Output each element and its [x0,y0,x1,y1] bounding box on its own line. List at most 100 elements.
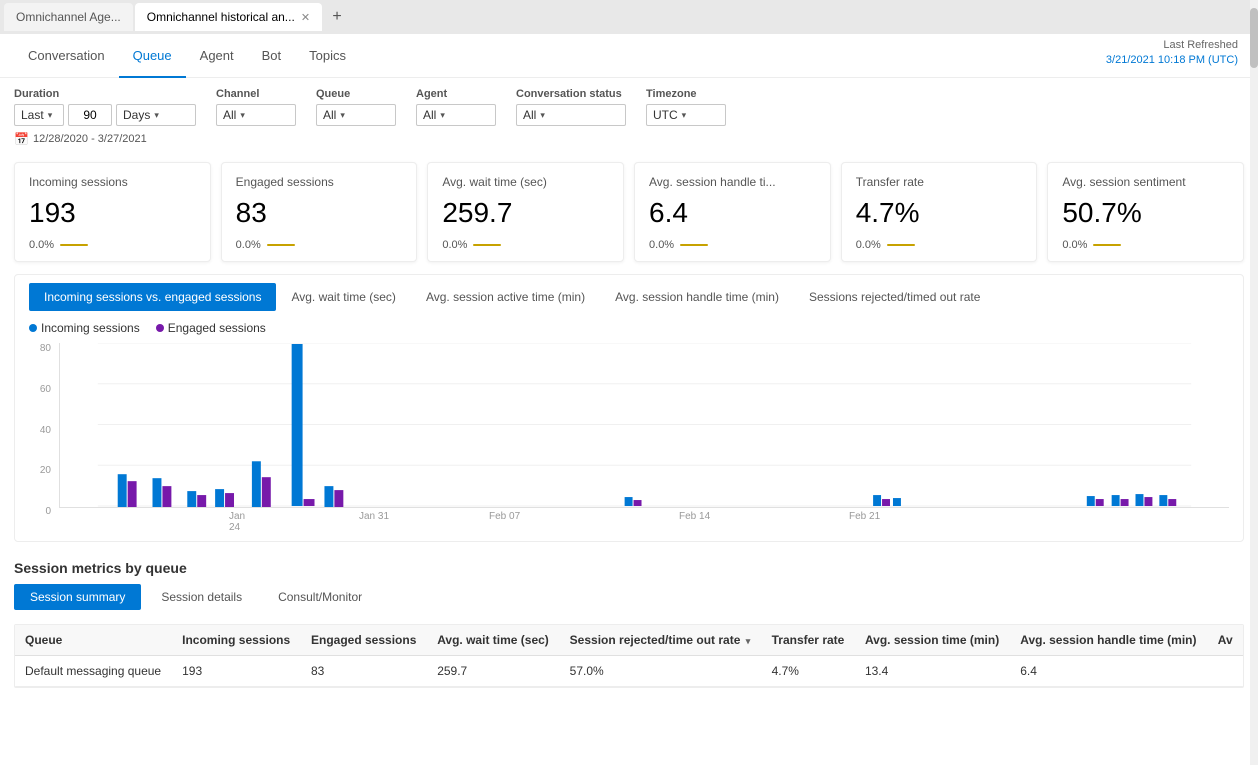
date-range-value: 12/28/2020 - 3/27/2021 [33,133,147,145]
session-metrics-tabs: Session summary Session details Consult/… [14,584,1244,610]
x-label-feb21: Feb 21 [769,511,1229,533]
filters-row: Duration Last ▾ Days ▾ Channel All [0,78,1258,132]
kpi-card-wait: Avg. wait time (sec) 259.7 0.0% [427,162,624,262]
timezone-select[interactable]: UTC ▾ [646,104,726,126]
scrollbar-thumb[interactable] [1250,8,1258,68]
cell-av [1208,656,1243,687]
agent-filter: Agent All ▾ [416,88,496,126]
conv-status-label: Conversation status [516,88,626,100]
x-label-jan24: Jan 24 [59,511,259,533]
chart-area: 80 60 40 20 0 [29,343,1229,533]
kpi-wait-footer: 0.0% [442,239,609,251]
chart-with-xaxis: Jan 24 Jan 31 Feb 07 Feb 14 Feb 21 [59,343,1229,533]
close-tab-icon[interactable]: ✕ [301,11,310,24]
kpi-sentiment-title: Avg. session sentiment [1062,175,1229,189]
tab-session-summary[interactable]: Session summary [14,584,141,610]
main-content: Conversation Queue Agent Bot Topics Last… [0,34,1258,765]
chart-legend: Incoming sessions Engaged sessions [29,321,1229,335]
x-label-feb07: Feb 07 [429,511,589,533]
duration-unit-select[interactable]: Days ▾ [116,104,196,126]
chart-tab-avg-wait[interactable]: Avg. wait time (sec) [276,283,410,311]
new-tab-button[interactable]: + [324,4,350,30]
kpi-sentiment-change: 0.0% [1062,239,1087,251]
sort-icon[interactable]: ▾ [746,636,751,646]
chevron-down-icon: ▾ [154,110,159,121]
queue-filter: Queue All ▾ [316,88,396,126]
kpi-engaged-footer: 0.0% [236,239,403,251]
last-refreshed-info: Last Refreshed 3/21/2021 10:18 PM (UTC) [1106,38,1238,69]
kpi-trend-bar [267,244,295,246]
kpi-transfer-value: 4.7% [856,197,1023,229]
col-avg-session: Avg. session time (min) [855,625,1010,656]
cell-engaged: 83 [301,656,427,687]
tab-session-details[interactable]: Session details [145,584,258,610]
col-incoming: Incoming sessions [172,625,301,656]
queue-select[interactable]: All ▾ [316,104,396,126]
chart-tab-avg-handle[interactable]: Avg. session handle time (min) [600,283,794,311]
kpi-trend-bar [887,244,915,246]
tab-active[interactable]: Omnichannel historical an... ✕ [135,3,322,31]
kpi-handle-title: Avg. session handle ti... [649,175,816,189]
agent-select[interactable]: All ▾ [416,104,496,126]
cell-queue-name: Default messaging queue [15,656,172,687]
tab-agent[interactable]: Agent [186,34,248,78]
session-metrics-title: Session metrics by queue [14,560,1244,576]
cell-incoming: 193 [172,656,301,687]
conv-status-select[interactable]: All ▾ [516,104,626,126]
browser-tab-bar: Omnichannel Age... Omnichannel historica… [0,0,1258,34]
tab-conversation[interactable]: Conversation [14,34,119,78]
chart-tab-sessions-rejected[interactable]: Sessions rejected/timed out rate [794,283,995,311]
kpi-incoming-title: Incoming sessions [29,175,196,189]
last-refreshed-value: 3/21/2021 10:18 PM (UTC) [1106,54,1238,66]
duration-label: Duration [14,88,196,100]
kpi-transfer-title: Transfer rate [856,175,1023,189]
tab-queue[interactable]: Queue [119,34,186,78]
tab-inactive[interactable]: Omnichannel Age... [4,3,133,31]
legend-incoming-label: Incoming sessions [41,321,140,335]
chart-tab-incoming-vs-engaged[interactable]: Incoming sessions vs. engaged sessions [29,283,276,311]
kpi-card-handle: Avg. session handle ti... 6.4 0.0% [634,162,831,262]
scrollbar-track[interactable] [1250,0,1258,765]
kpi-engaged-change: 0.0% [236,239,261,251]
cell-rejected: 57.0% [560,656,762,687]
chevron-down-icon: ▾ [340,110,345,121]
chevron-down-icon: ▾ [682,110,687,121]
table-row: Default messaging queue 193 83 259.7 57.… [15,656,1243,687]
duration-value-input[interactable] [68,104,112,126]
chart-svg [59,343,1229,508]
kpi-card-transfer: Transfer rate 4.7% 0.0% [841,162,1038,262]
chevron-down-icon: ▾ [540,110,545,121]
chart-tabs: Incoming sessions vs. engaged sessions A… [29,283,1229,311]
chevron-down-icon: ▾ [440,110,445,121]
queue-label: Queue [316,88,396,100]
tab-consult-monitor[interactable]: Consult/Monitor [262,584,378,610]
cell-transfer: 4.7% [762,656,855,687]
timezone-label: Timezone [646,88,726,100]
kpi-incoming-change: 0.0% [29,239,54,251]
kpi-handle-change: 0.0% [649,239,674,251]
col-rejected[interactable]: Session rejected/time out rate ▾ [560,625,762,656]
tab-bot[interactable]: Bot [248,34,296,78]
legend-incoming: Incoming sessions [29,321,140,335]
tab-topics[interactable]: Topics [295,34,360,78]
chart-tab-avg-active[interactable]: Avg. session active time (min) [411,283,600,311]
kpi-transfer-change: 0.0% [856,239,881,251]
duration-filter: Duration Last ▾ Days ▾ [14,88,196,126]
col-av: Av [1208,625,1243,656]
kpi-handle-value: 6.4 [649,197,816,229]
kpi-trend-bar [473,244,501,246]
chevron-down-icon: ▾ [48,110,53,121]
legend-engaged-dot [156,324,164,332]
x-label-jan31: Jan 31 [259,511,429,533]
duration-controls: Last ▾ Days ▾ [14,104,196,126]
cell-avg-wait: 259.7 [427,656,559,687]
duration-type-select[interactable]: Last ▾ [14,104,64,126]
cell-avg-session: 13.4 [855,656,1010,687]
kpi-incoming-footer: 0.0% [29,239,196,251]
channel-select[interactable]: All ▾ [216,104,296,126]
date-range: 📅 12/28/2020 - 3/27/2021 [0,132,1258,154]
legend-engaged: Engaged sessions [156,321,266,335]
kpi-sentiment-value: 50.7% [1062,197,1229,229]
col-engaged: Engaged sessions [301,625,427,656]
kpi-row: Incoming sessions 193 0.0% Engaged sessi… [0,154,1258,270]
